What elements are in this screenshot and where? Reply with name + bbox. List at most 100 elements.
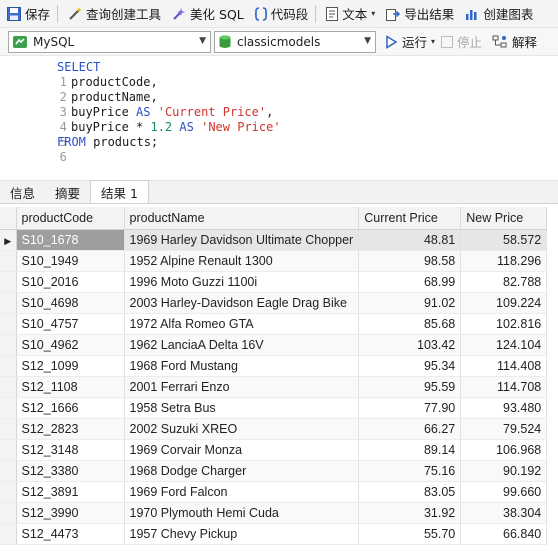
row-indicator[interactable] <box>0 292 17 314</box>
table-row[interactable]: S10_4698 2003 Harley-Davidson Eagle Drag … <box>0 292 548 314</box>
table-cell[interactable]: 58.572 <box>460 229 548 251</box>
row-indicator[interactable] <box>0 355 17 377</box>
tab-info[interactable]: 信息 <box>0 181 45 203</box>
table-row[interactable]: S12_1108 2001 Ferrari Enzo 95.59 114.708 <box>0 376 548 398</box>
table-row[interactable]: S12_3380 1968 Dodge Charger 75.16 90.192 <box>0 460 548 482</box>
table-row[interactable]: S12_2823 2002 Suzuki XREO 66.27 79.524 <box>0 418 548 440</box>
table-cell[interactable]: 106.968 <box>460 439 548 461</box>
table-cell[interactable]: 89.14 <box>358 439 462 461</box>
table-row[interactable]: S12_1666 1958 Setra Bus 77.90 93.480 <box>0 397 548 419</box>
table-row[interactable]: S12_3891 1969 Ford Falcon 83.05 99.660 <box>0 481 548 503</box>
code-snippet-button[interactable]: 代码段 <box>250 3 313 25</box>
row-indicator[interactable] <box>0 334 17 356</box>
table-cell[interactable]: 38.304 <box>460 502 548 524</box>
table-cell[interactable]: S12_3891 <box>16 481 125 503</box>
table-cell[interactable]: 2002 Suzuki XREO <box>124 418 360 440</box>
table-cell[interactable]: 68.99 <box>358 271 462 293</box>
table-cell[interactable]: 66.840 <box>460 523 548 545</box>
table-cell[interactable]: 66.27 <box>358 418 462 440</box>
tab-result-1[interactable]: 结果 1 <box>90 180 149 203</box>
table-cell[interactable]: 82.788 <box>460 271 548 293</box>
table-cell[interactable]: 95.59 <box>358 376 462 398</box>
table-cell[interactable]: 83.05 <box>358 481 462 503</box>
create-chart-button[interactable]: 创建图表 <box>460 3 537 25</box>
beautify-sql-button[interactable]: 美化 SQL <box>167 3 248 25</box>
table-cell[interactable]: 1969 Corvair Monza <box>124 439 360 461</box>
table-cell[interactable]: 79.524 <box>460 418 548 440</box>
export-result-button[interactable]: 导出结果 <box>381 3 458 25</box>
column-header[interactable]: productCode <box>16 207 125 230</box>
row-indicator[interactable] <box>0 250 17 272</box>
table-cell[interactable]: S12_2823 <box>16 418 125 440</box>
column-header[interactable]: Current Price <box>358 207 462 230</box>
table-cell[interactable]: 1969 Harley Davidson Ultimate Chopper <box>124 229 360 251</box>
table-cell[interactable]: S12_4473 <box>16 523 125 545</box>
table-cell[interactable]: 98.58 <box>358 250 462 272</box>
tab-summary[interactable]: 摘要 <box>45 181 90 203</box>
table-cell[interactable]: 102.816 <box>460 313 548 335</box>
table-row[interactable]: S10_4962 1962 LanciaA Delta 16V 103.42 124.… <box>0 334 548 356</box>
table-row[interactable]: S12_3148 1969 Corvair Monza 89.14 106.968 <box>0 439 548 461</box>
table-cell[interactable]: S12_3990 <box>16 502 125 524</box>
table-cell[interactable]: 118.296 <box>460 250 548 272</box>
table-cell[interactable]: 1968 Dodge Charger <box>124 460 360 482</box>
row-indicator[interactable] <box>0 376 17 398</box>
row-indicator[interactable]: ▶ <box>0 229 17 251</box>
column-header[interactable]: productName <box>124 207 360 230</box>
table-cell[interactable]: 99.660 <box>460 481 548 503</box>
row-indicator[interactable] <box>0 271 17 293</box>
table-cell[interactable]: 114.408 <box>460 355 548 377</box>
table-cell[interactable]: S10_4757 <box>16 313 125 335</box>
stop-button[interactable]: 停止 <box>441 32 482 51</box>
table-cell[interactable]: 85.68 <box>358 313 462 335</box>
table-cell[interactable]: S12_1099 <box>16 355 125 377</box>
row-indicator[interactable] <box>0 523 17 545</box>
sql-editor[interactable]: 1 SELECT 2 productCode, 3 productName, 4… <box>0 56 558 180</box>
table-cell[interactable]: 2003 Harley-Davidson Eagle Drag Bike <box>124 292 360 314</box>
table-cell[interactable]: 109.224 <box>460 292 548 314</box>
table-cell[interactable]: S10_1678 <box>16 229 125 251</box>
table-cell[interactable]: 114.708 <box>460 376 548 398</box>
table-cell[interactable]: 1972 Alfa Romeo GTA <box>124 313 360 335</box>
table-row[interactable]: S12_1099 1968 Ford Mustang 95.34 114.408 <box>0 355 548 377</box>
table-cell[interactable]: 2001 Ferrari Enzo <box>124 376 360 398</box>
text-mode-dropdown[interactable]: 文本 ▾ <box>321 3 379 25</box>
table-cell[interactable]: 93.480 <box>460 397 548 419</box>
table-cell[interactable]: 1968 Ford Mustang <box>124 355 360 377</box>
table-cell[interactable]: 1958 Setra Bus <box>124 397 360 419</box>
row-indicator[interactable] <box>0 439 17 461</box>
row-indicator[interactable] <box>0 502 17 524</box>
run-button[interactable]: 运行 ▾ <box>384 32 435 51</box>
connection-type-select[interactable]: MySQL ▼ <box>8 30 211 53</box>
table-cell[interactable]: 1957 Chevy Pickup <box>124 523 360 545</box>
query-builder-button[interactable]: 查询创建工具 <box>63 3 165 25</box>
table-cell[interactable]: 1952 Alpine Renault 1300 <box>124 250 360 272</box>
table-cell[interactable]: 1969 Ford Falcon <box>124 481 360 503</box>
table-cell[interactable]: S12_3380 <box>16 460 125 482</box>
column-header[interactable]: New Price <box>460 207 548 230</box>
table-cell[interactable]: S10_1949 <box>16 250 125 272</box>
table-cell[interactable]: 91.02 <box>358 292 462 314</box>
table-row[interactable]: S10_2016 1996 Moto Guzzi 1100i 68.99 82.788 <box>0 271 548 293</box>
table-cell[interactable]: S10_2016 <box>16 271 125 293</box>
row-indicator[interactable] <box>0 460 17 482</box>
table-cell[interactable]: S12_1666 <box>16 397 125 419</box>
table-cell[interactable]: 55.70 <box>358 523 462 545</box>
table-cell[interactable]: 1962 LanciaA Delta 16V <box>124 334 360 356</box>
table-cell[interactable]: 1996 Moto Guzzi 1100i <box>124 271 360 293</box>
database-select[interactable]: classicmodels ▼ <box>214 30 376 53</box>
explain-button[interactable]: 解释 <box>492 32 537 51</box>
table-row[interactable]: S10_4757 1972 Alfa Romeo GTA 85.68 102.816 <box>0 313 548 335</box>
table-cell[interactable]: S12_3148 <box>16 439 125 461</box>
table-cell[interactable]: 95.34 <box>358 355 462 377</box>
table-row[interactable]: S12_4473 1957 Chevy Pickup 55.70 66.840 <box>0 523 548 545</box>
table-cell[interactable]: S10_4698 <box>16 292 125 314</box>
table-cell[interactable]: 77.90 <box>358 397 462 419</box>
table-cell[interactable]: 48.81 <box>358 229 462 251</box>
table-row[interactable]: S10_1949 1952 Alpine Renault 1300 98.58 118… <box>0 250 548 272</box>
save-button[interactable]: 保存 <box>2 3 54 25</box>
table-cell[interactable]: S12_1108 <box>16 376 125 398</box>
table-row[interactable]: S12_3990 1970 Plymouth Hemi Cuda 31.92 38.3… <box>0 502 548 524</box>
table-cell[interactable]: 124.104 <box>460 334 548 356</box>
table-cell[interactable]: 90.192 <box>460 460 548 482</box>
